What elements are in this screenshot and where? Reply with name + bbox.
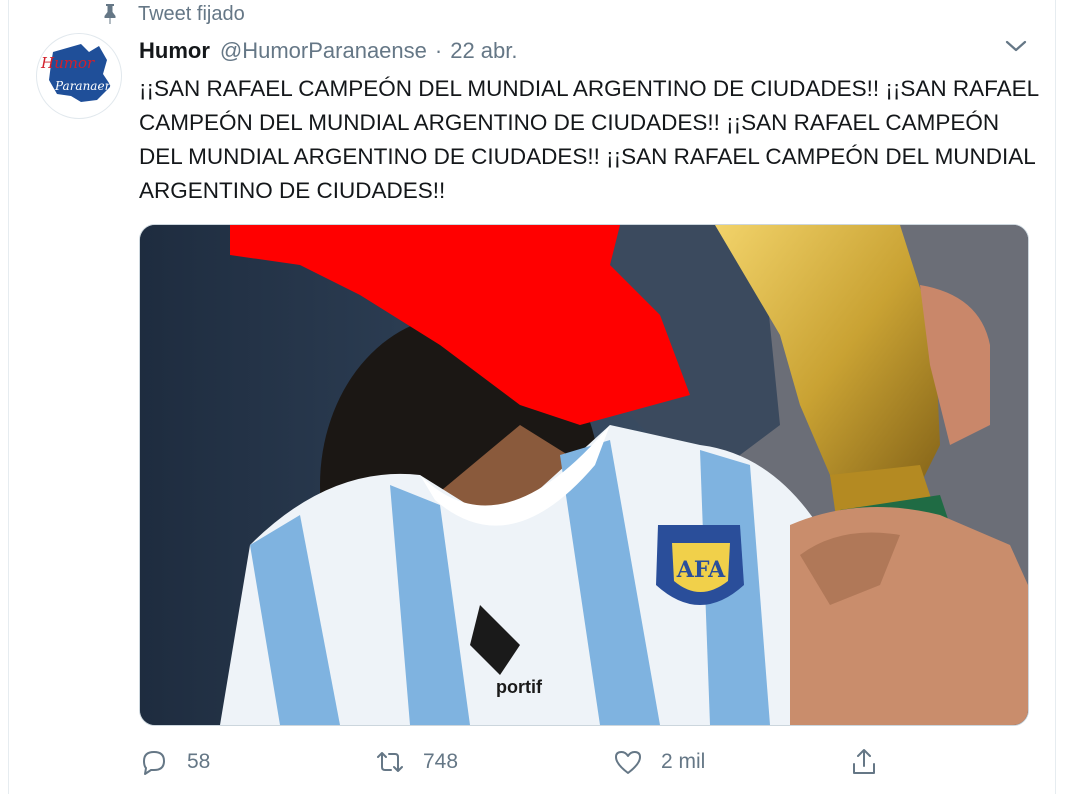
reply-button[interactable]: 58 bbox=[139, 740, 210, 784]
tweet-text: ¡¡SAN RAFAEL CAMPEÓN DEL MUNDIAL ARGENTI… bbox=[139, 76, 1039, 203]
pinned-indicator: Tweet fijado bbox=[100, 0, 245, 28]
tweet-header: Humor @HumorParanaense · 22 abr. bbox=[139, 35, 518, 67]
author-handle[interactable]: @HumorParanaense bbox=[220, 38, 427, 64]
reply-count: 58 bbox=[187, 750, 211, 773]
tweet-date[interactable]: 22 abr. bbox=[450, 38, 517, 64]
avatar[interactable]: Humor Paranaense bbox=[36, 33, 122, 119]
jersey-brand-text: portif bbox=[496, 677, 543, 697]
reply-icon bbox=[143, 751, 165, 775]
share-button[interactable] bbox=[849, 740, 897, 784]
avatar-logo-line1: Humor bbox=[40, 54, 95, 72]
like-button[interactable]: 2 mil bbox=[613, 740, 705, 784]
retweet-count: 748 bbox=[423, 750, 459, 773]
timeline-left-border bbox=[8, 0, 9, 794]
header-separator: · bbox=[434, 38, 443, 63]
timeline-right-border bbox=[1055, 0, 1056, 794]
share-icon bbox=[853, 749, 875, 774]
author-name[interactable]: Humor bbox=[139, 38, 210, 64]
retweet-icon bbox=[377, 752, 403, 772]
like-icon bbox=[615, 751, 641, 774]
retweet-button[interactable]: 748 bbox=[375, 740, 458, 784]
avatar-logo-line2: Paranaense bbox=[54, 79, 121, 93]
pinned-label: Tweet fijado bbox=[138, 2, 245, 25]
afa-text: AFA bbox=[676, 557, 726, 583]
chevron-down-icon[interactable] bbox=[1004, 36, 1028, 56]
like-count: 2 mil bbox=[661, 750, 706, 773]
afa-crest: AFA bbox=[656, 525, 744, 605]
tweet-media-image[interactable]: AFA portif bbox=[139, 224, 1029, 726]
tweet-actions: 58 748 2 mil bbox=[139, 740, 899, 784]
pin-icon bbox=[104, 4, 116, 24]
